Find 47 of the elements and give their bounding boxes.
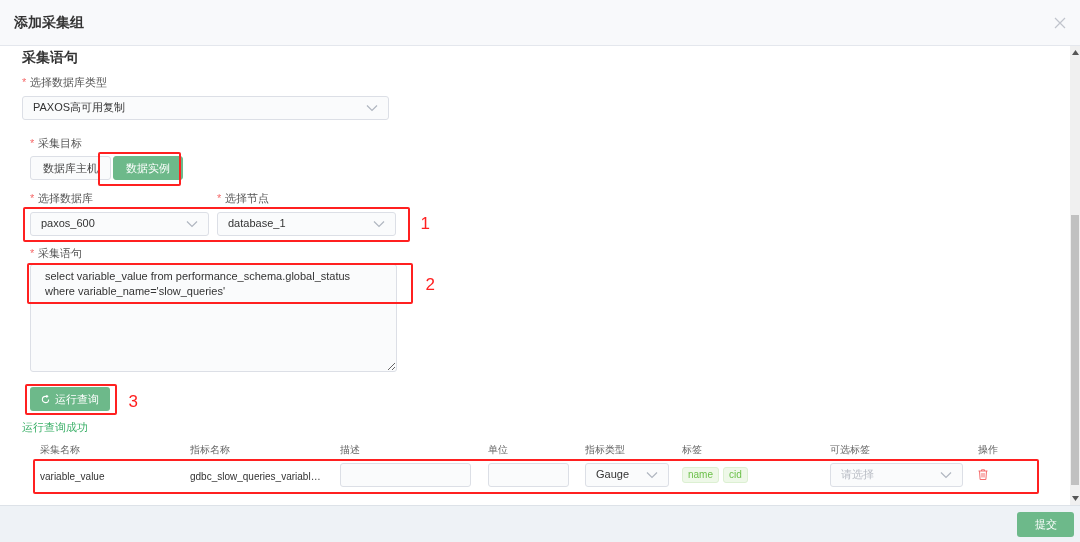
select-field[interactable]: database_1 [217, 211, 396, 236]
chevron-down-icon [646, 470, 658, 479]
section-title: 采集语句 [22, 48, 79, 66]
column-header: 操作 [978, 443, 998, 455]
column-header: 描述 [340, 443, 360, 455]
column-header: 可选标签 [830, 443, 870, 455]
annotation-number: 2 [425, 274, 435, 296]
tag: name [682, 466, 719, 483]
required-mark: * [30, 191, 35, 206]
table-cell: gdbc_slow_queries_variabl… [190, 470, 321, 482]
target-option[interactable]: 数据库主机 [30, 156, 111, 180]
column-header: 指标名称 [190, 443, 230, 455]
column-header: 单位 [488, 443, 508, 455]
column-header: 标签 [682, 443, 702, 455]
scroll-down-icon[interactable] [1071, 496, 1079, 501]
status-message: 运行查询成功 [22, 420, 89, 435]
required-mark: * [30, 135, 35, 151]
required-mark: * [30, 245, 35, 261]
field-label: 采集语句 [38, 245, 83, 261]
unit-field[interactable] [488, 462, 569, 487]
field-label: 选择数据库类型 [30, 75, 108, 90]
required-mark: * [22, 75, 27, 90]
chevron-down-icon [366, 103, 378, 112]
description-field[interactable] [340, 462, 471, 487]
scrollbar-thumb[interactable] [1071, 215, 1079, 485]
trash-icon[interactable] [978, 469, 988, 480]
table-cell: variable_value [40, 470, 105, 482]
statement-field[interactable]: select variable_value from performance_schema.global_status where variable_name='slow_queries' [30, 264, 397, 372]
field-label: 选择节点 [225, 191, 270, 206]
annotation-number: 3 [128, 391, 138, 413]
chevron-down-icon [373, 219, 385, 228]
annotation-number: 1 [420, 212, 430, 235]
select-field[interactable]: Gauge [585, 462, 669, 487]
field-label: 采集目标 [38, 135, 83, 151]
dialog-title: 添加采集组 [14, 13, 84, 32]
required-mark: * [217, 191, 222, 206]
chevron-down-icon [940, 470, 952, 479]
close-icon[interactable] [1054, 16, 1066, 29]
column-header: 指标类型 [585, 443, 625, 455]
select-field[interactable]: PAXOS高可用复制 [22, 95, 389, 120]
select-field[interactable]: paxos_600 [30, 211, 209, 236]
scroll-up-icon[interactable] [1071, 50, 1079, 55]
field-label: 选择数据库 [38, 191, 94, 206]
column-header: 采集名称 [40, 443, 80, 455]
chevron-down-icon [186, 219, 198, 228]
tag: cid [723, 466, 748, 483]
refresh-icon [41, 394, 50, 404]
